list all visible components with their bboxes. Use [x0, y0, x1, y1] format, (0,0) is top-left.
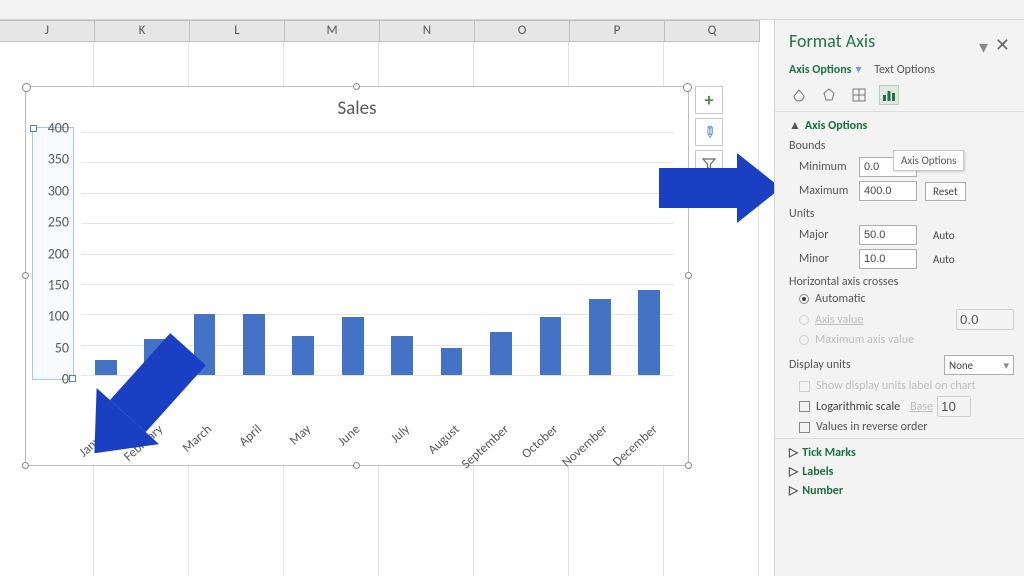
pane-icon-row — [789, 85, 1014, 105]
x-label: March — [180, 422, 215, 456]
bar[interactable] — [292, 336, 314, 375]
bar[interactable] — [95, 360, 117, 375]
bar[interactable] — [342, 317, 364, 375]
y-tick: 300 — [48, 182, 69, 199]
chevron-down-icon: ▾ — [1003, 359, 1009, 372]
y-tick: 50 — [55, 339, 69, 356]
axis-options-icon[interactable] — [879, 85, 899, 105]
minor-auto-button[interactable]: Auto — [925, 250, 963, 269]
y-tick: 350 — [48, 151, 69, 168]
check-reverse-order[interactable]: Values in reverse order — [799, 420, 1014, 434]
pane-title: Format Axis ▾ ✕ — [789, 30, 1014, 52]
major-auto-button[interactable]: Auto — [925, 226, 963, 245]
major-input[interactable] — [859, 225, 917, 245]
y-tick: 0 — [62, 371, 69, 388]
radio-max-axis-value[interactable]: Maximum axis value — [799, 333, 1014, 347]
section-number[interactable]: ▷Number — [789, 483, 1014, 498]
major-label: Major — [789, 228, 859, 242]
column-headers: J K L M N O P Q — [0, 20, 760, 42]
x-label: May — [287, 422, 314, 449]
display-units-label: Display units — [789, 358, 879, 372]
col-header[interactable]: P — [570, 21, 665, 41]
pane-tabs: Axis Options ▾ Text Options — [789, 62, 1014, 77]
pane-options-icon[interactable]: ▾ — [979, 36, 988, 58]
col-header[interactable]: J — [0, 21, 95, 41]
maximum-input[interactable] — [859, 181, 917, 201]
axis-value-input — [956, 309, 1014, 330]
chart-styles-button[interactable]: ✎ — [695, 118, 723, 146]
y-axis[interactable]: 050100150200250300350400 — [32, 127, 74, 380]
effects-icon[interactable] — [819, 85, 839, 105]
base-input — [937, 396, 971, 417]
x-label: August — [425, 422, 462, 458]
x-label: July — [388, 422, 413, 446]
x-label: September — [459, 422, 512, 472]
y-tick: 400 — [48, 120, 69, 137]
bar[interactable] — [243, 314, 265, 375]
maximum-reset-button[interactable]: Reset — [925, 182, 966, 201]
close-icon[interactable]: ✕ — [995, 34, 1010, 56]
brush-icon: ✎ — [698, 121, 720, 143]
chart-title[interactable]: Sales — [26, 97, 688, 120]
check-log-scale[interactable] — [799, 401, 810, 412]
base-label: Base — [910, 400, 933, 414]
minimum-label: Minimum — [789, 160, 859, 174]
col-header[interactable]: Q — [665, 21, 760, 41]
x-label: April — [236, 422, 265, 450]
format-axis-pane: Format Axis ▾ ✕ Axis Options ▾ Text Optio… — [774, 20, 1024, 576]
section-axis-options[interactable]: ▲Axis Options — [789, 118, 1014, 133]
hcrosses-label: Horizontal axis crosses — [789, 275, 1014, 289]
y-tick: 100 — [48, 308, 69, 325]
check-show-units-label: Show display units label on chart — [799, 379, 1014, 393]
log-scale-label: Logarithmic scale — [816, 400, 900, 414]
display-units-dropdown[interactable]: None▾ — [944, 355, 1014, 375]
y-tick: 150 — [48, 276, 69, 293]
x-label: November — [559, 422, 610, 470]
chevron-down-icon[interactable]: ▾ — [855, 63, 861, 77]
minor-input[interactable] — [859, 249, 917, 269]
units-label: Units — [789, 207, 1014, 221]
size-icon[interactable] — [849, 85, 869, 105]
bar[interactable] — [441, 348, 463, 375]
x-label: June — [336, 422, 364, 449]
x-label: December — [610, 422, 661, 470]
col-header[interactable]: K — [95, 21, 190, 41]
tab-axis-options[interactable]: Axis Options — [789, 63, 851, 77]
radio-axis-value[interactable]: Axis value — [799, 309, 1014, 330]
tooltip: Axis Options — [893, 150, 964, 171]
maximum-label: Maximum — [789, 184, 859, 198]
y-tick: 200 — [48, 245, 69, 262]
minor-label: Minor — [789, 252, 859, 266]
col-header[interactable]: O — [475, 21, 570, 41]
radio-automatic[interactable]: Automatic — [799, 292, 1014, 306]
fill-icon[interactable] — [789, 85, 809, 105]
bar[interactable] — [391, 336, 413, 375]
col-header[interactable]: N — [380, 21, 475, 41]
bar[interactable] — [589, 299, 611, 375]
col-header[interactable]: L — [190, 21, 285, 41]
bar[interactable] — [638, 290, 660, 375]
plus-icon: + — [705, 89, 714, 111]
x-label: October — [519, 422, 561, 462]
section-labels[interactable]: ▷Labels — [789, 464, 1014, 479]
section-tick-marks[interactable]: ▷Tick Marks — [789, 445, 1014, 460]
bar[interactable] — [540, 317, 562, 375]
y-tick: 250 — [48, 214, 69, 231]
chart-elements-button[interactable]: + — [695, 86, 723, 114]
formula-bar — [0, 0, 1024, 20]
bar[interactable] — [490, 332, 512, 375]
tab-text-options[interactable]: Text Options — [874, 63, 935, 77]
col-header[interactable]: M — [285, 21, 380, 41]
